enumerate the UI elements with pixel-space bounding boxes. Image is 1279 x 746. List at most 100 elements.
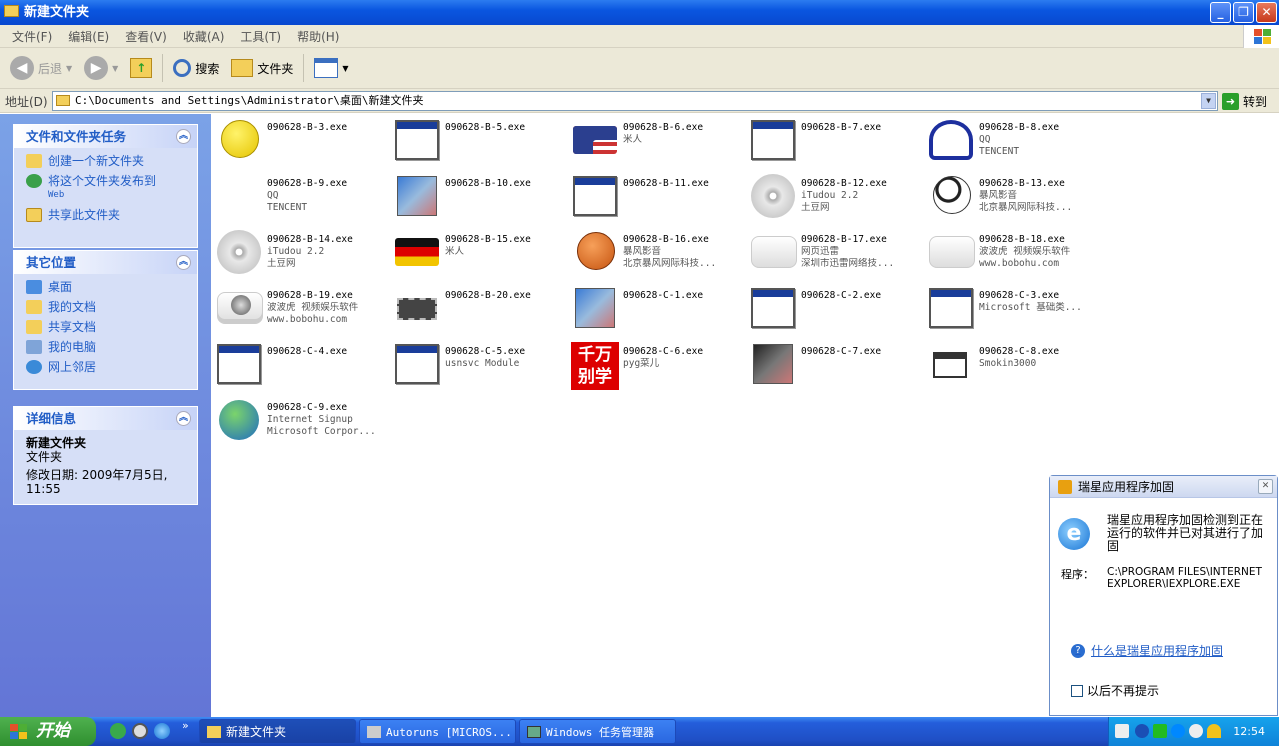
- taskbar-button-task-manager[interactable]: Windows 任务管理器: [519, 719, 676, 744]
- popup-title: 瑞星应用程序加固: [1078, 480, 1175, 494]
- rising-shield-icon: [1058, 480, 1072, 494]
- search-button[interactable]: 搜索: [169, 52, 223, 84]
- file-item[interactable]: 090628-B-13.exe 暴风影音 北京暴风网际科技...: [923, 170, 1101, 222]
- minimize-button[interactable]: _: [1210, 2, 1231, 23]
- window-icon: [573, 176, 617, 216]
- rising-tray-icon[interactable]: [1171, 724, 1185, 738]
- file-item[interactable]: 090628-B-5.exe: [389, 114, 567, 166]
- file-item[interactable]: 090628-B-15.exe 米人: [389, 226, 567, 278]
- disc-icon: [751, 174, 795, 218]
- setup-icon: [397, 176, 437, 216]
- tray-collapse-icon[interactable]: [1135, 724, 1149, 738]
- quicklaunch-media-icon[interactable]: [132, 723, 148, 739]
- quicklaunch-ie-icon[interactable]: [154, 723, 170, 739]
- other-places-header[interactable]: 其它位置 ︽: [14, 251, 197, 274]
- file-item[interactable]: 090628-B-11.exe: [567, 170, 745, 222]
- start-label: 开始: [36, 721, 70, 741]
- forward-arrow-icon: ▶: [84, 56, 109, 80]
- file-item[interactable]: 090628-C-4.exe: [211, 338, 389, 390]
- go-button[interactable]: ➜ 转到: [1222, 92, 1276, 110]
- file-item[interactable]: 090628-B-18.exe 波波虎 视频娱乐软件 www.bobohu.com: [923, 226, 1101, 278]
- menu-favorites[interactable]: 收藏(A): [175, 28, 233, 45]
- basketball-icon: [577, 232, 615, 270]
- file-item[interactable]: 090628-B-9.exe QQ TENCENT: [211, 170, 389, 222]
- file-item[interactable]: 090628-B-17.exe 网页迅雷 深圳市迅雷网络技...: [745, 226, 923, 278]
- windows-flag-icon: [10, 724, 28, 739]
- file-item[interactable]: 090628-B-6.exe 米人: [567, 114, 745, 166]
- place-my-documents[interactable]: 我的文档: [26, 300, 189, 314]
- setup-icon: [753, 344, 793, 384]
- clock[interactable]: 12:54: [1233, 717, 1265, 746]
- dont-show-checkbox[interactable]: 以后不再提示: [1071, 682, 1159, 699]
- quicklaunch-chevron-icon[interactable]: »: [182, 719, 189, 732]
- file-item[interactable]: 090628-C-7.exe: [745, 338, 923, 390]
- chip-icon: [397, 298, 437, 320]
- file-item[interactable]: 090628-B-20.exe: [389, 282, 567, 334]
- task-share-folder[interactable]: 共享此文件夹: [26, 208, 189, 222]
- popup-program-label: 程序：: [1061, 568, 1094, 581]
- keyboard-icon[interactable]: [1115, 724, 1129, 738]
- network-status-icon[interactable]: [1153, 724, 1167, 738]
- volume-icon[interactable]: [1189, 724, 1203, 738]
- file-tasks-header[interactable]: 文件和文件夹任务 ︽: [14, 125, 197, 148]
- file-item[interactable]: 090628-B-16.exe 暴风影音 北京暴风网际科技...: [567, 226, 745, 278]
- popup-header: 瑞星应用程序加固 ✕: [1050, 476, 1277, 498]
- us-flag-icon: [573, 126, 617, 154]
- start-button[interactable]: 开始: [0, 717, 96, 746]
- chevron-down-icon: ▼: [342, 63, 349, 73]
- folders-button[interactable]: 文件夹: [227, 52, 297, 84]
- quicklaunch-refresh-icon[interactable]: [110, 723, 126, 739]
- close-button[interactable]: ✕: [1256, 2, 1277, 23]
- back-button[interactable]: ◀ 后退 ▼: [6, 52, 76, 84]
- menu-view[interactable]: 查看(V): [117, 28, 175, 45]
- file-item[interactable]: 090628-B-3.exe: [211, 114, 389, 166]
- place-shared-documents[interactable]: 共享文档: [26, 320, 189, 334]
- file-item[interactable]: 090628-C-2.exe: [745, 282, 923, 334]
- taskbar-button-autoruns[interactable]: Autoruns [MICROS...: [359, 719, 516, 744]
- details-title: 详细信息: [26, 411, 77, 426]
- address-dropdown-icon[interactable]: ▼: [1201, 93, 1216, 109]
- file-item[interactable]: 090628-C-8.exe Smokin3000: [923, 338, 1101, 390]
- place-my-computer[interactable]: 我的电脑: [26, 340, 189, 354]
- maximize-button[interactable]: ❐: [1233, 2, 1254, 23]
- file-item[interactable]: 090628-B-19.exe 波波虎 视频娱乐软件 www.bobohu.com: [211, 282, 389, 334]
- collapse-icon[interactable]: ︽: [176, 129, 191, 144]
- file-item[interactable]: 090628-C-3.exe Microsoft 基础类...: [923, 282, 1101, 334]
- menu-help[interactable]: 帮助(H): [289, 28, 347, 45]
- taskbar-button-explorer[interactable]: 新建文件夹: [199, 719, 356, 744]
- file-item[interactable]: 090628-B-10.exe: [389, 170, 567, 222]
- up-folder-button[interactable]: ↑: [126, 52, 156, 84]
- file-item[interactable]: 090628-C-9.exe Internet Signup Microsoft C…: [211, 394, 389, 446]
- place-network[interactable]: 网上邻居: [26, 360, 189, 374]
- collapse-icon[interactable]: ︽: [176, 255, 191, 270]
- address-input[interactable]: C:\Documents and Settings\Administrator\…: [52, 91, 1218, 111]
- file-item[interactable]: 090628-C-5.exe usnsvc Module: [389, 338, 567, 390]
- file-item[interactable]: 090628-B-8.exe QQ TENCENT: [923, 114, 1101, 166]
- task-new-folder[interactable]: 创建一个新文件夹: [26, 154, 189, 168]
- popup-close-button[interactable]: ✕: [1258, 479, 1273, 494]
- network-icon: [26, 360, 42, 374]
- file-item[interactable]: 千万别学 090628-C-6.exe pyg菜儿: [567, 338, 745, 390]
- file-item[interactable]: 090628-B-7.exe: [745, 114, 923, 166]
- search-label: 搜索: [195, 61, 220, 76]
- file-item[interactable]: 090628-C-1.exe: [567, 282, 745, 334]
- forward-button[interactable]: ▶ ▼: [80, 52, 122, 84]
- system-tray: 12:54: [1108, 717, 1279, 746]
- popup-help-link[interactable]: ? 什么是瑞星应用程序加固: [1071, 642, 1223, 659]
- place-desktop[interactable]: 桌面: [26, 280, 189, 294]
- taskbar-button-label: Windows 任务管理器: [546, 726, 654, 739]
- views-icon: [314, 58, 339, 78]
- file-item[interactable]: 090628-B-14.exe iTudou 2.2 土豆网: [211, 226, 389, 278]
- menu-tools[interactable]: 工具(T): [232, 28, 289, 45]
- popup-help-label: 什么是瑞星应用程序加固: [1091, 644, 1224, 658]
- views-button[interactable]: ▼: [310, 52, 352, 84]
- task-publish-web[interactable]: 将这个文件夹发布到 Web: [26, 174, 189, 202]
- file-item[interactable]: 090628-B-12.exe iTudou 2.2 土豆网: [745, 170, 923, 222]
- umbrella-icon[interactable]: [1207, 724, 1221, 738]
- window-titlebar: 新建文件夹 _ ❐ ✕: [0, 0, 1279, 25]
- details-header[interactable]: 详细信息 ︽: [14, 407, 197, 430]
- white-box-icon: [751, 236, 797, 268]
- collapse-icon[interactable]: ︽: [176, 411, 191, 426]
- menu-edit[interactable]: 编辑(E): [60, 28, 117, 45]
- menu-file[interactable]: 文件(F): [4, 28, 60, 45]
